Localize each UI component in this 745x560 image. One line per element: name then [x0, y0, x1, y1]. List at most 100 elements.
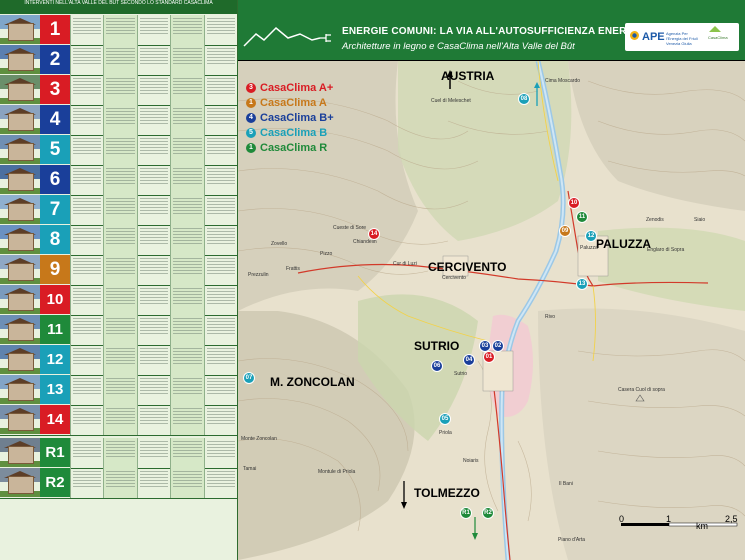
detail-cell: [136, 285, 170, 315]
project-number-badge: 13: [40, 375, 70, 404]
detail-cell: [103, 135, 137, 165]
project-marker-05[interactable]: 05: [439, 413, 451, 425]
label-zenodis: Zenodis: [646, 217, 664, 223]
detail-cell: [136, 438, 170, 468]
table-row: 13: [0, 375, 237, 406]
table-row: R1: [0, 438, 237, 469]
detail-cell: [203, 345, 237, 375]
building-photo: [0, 45, 40, 74]
detail-cell: [170, 75, 204, 105]
project-details: [70, 135, 237, 165]
project-number-badge: R1: [40, 438, 70, 467]
project-marker-06[interactable]: 06: [431, 360, 443, 372]
label-paluzza: PALUZZA: [596, 237, 652, 251]
project-details: [70, 45, 237, 75]
project-marker-12[interactable]: 12: [585, 230, 597, 242]
detail-cell: [70, 255, 103, 285]
building-photo: [0, 225, 40, 254]
detail-cell: [70, 315, 103, 345]
table-row: 6: [0, 165, 237, 196]
detail-cell: [103, 45, 137, 75]
building-photo: [0, 105, 40, 134]
table-row: 10: [0, 285, 237, 316]
legend-label: CasaClima B+: [260, 111, 334, 124]
detail-cell: [170, 375, 204, 405]
label-siaio: Siaio: [694, 217, 706, 223]
table-row: 4: [0, 105, 237, 136]
building-photo: [0, 165, 40, 194]
project-details: [70, 105, 237, 135]
detail-cell: [70, 165, 103, 195]
table-row: 1: [0, 15, 237, 46]
project-marker-01[interactable]: 01: [483, 351, 495, 363]
building-photo: [0, 255, 40, 284]
table-row: 12: [0, 345, 237, 376]
project-marker-04[interactable]: 04: [463, 354, 475, 366]
detail-cell: [70, 438, 103, 468]
detail-cell: [136, 135, 170, 165]
topographic-map[interactable]: 3 CasaClima A+ 1 CasaClima A 4 CasaClima B+ 5 C…: [238, 61, 745, 560]
detail-cell: [203, 405, 237, 435]
project-marker-r2[interactable]: R2: [482, 507, 494, 519]
project-details: [70, 345, 237, 375]
detail-cell: [170, 105, 204, 135]
table-row: R2: [0, 468, 237, 499]
detail-cell: [103, 165, 137, 195]
label-sutrio-town: Sutrio: [454, 371, 468, 377]
project-number-badge: R2: [40, 468, 70, 497]
project-marker-02[interactable]: 02: [492, 340, 504, 352]
detail-cell: [136, 195, 170, 225]
project-details: [70, 255, 237, 285]
project-marker-08[interactable]: 08: [518, 93, 530, 105]
project-marker-10[interactable]: 10: [568, 197, 580, 209]
building-photo: [0, 438, 40, 467]
detail-cell: [70, 15, 103, 45]
table-row: 7: [0, 195, 237, 226]
mountain-plug-icon: [243, 26, 331, 47]
legend-entry: 1 CasaClima A: [246, 95, 334, 110]
label-sutrio: SUTRIO: [414, 339, 460, 353]
label-cuel-di-meleschet: Cuel di Meleschet: [431, 98, 471, 104]
detail-cell: [203, 15, 237, 45]
building-photo: [0, 75, 40, 104]
project-details: [70, 195, 237, 225]
detail-cell: [70, 45, 103, 75]
project-marker-r1[interactable]: R1: [460, 507, 472, 519]
detail-cell: [136, 345, 170, 375]
detail-cell: [103, 345, 137, 375]
project-marker-14[interactable]: 14: [368, 228, 380, 240]
legend-entry: 5 CasaClima B: [246, 125, 334, 140]
detail-cell: [203, 195, 237, 225]
legend-label: CasaClima B: [260, 126, 328, 139]
map-subtitle: Architetture in legno e CasaClima nell'A…: [342, 41, 575, 52]
casaclima-logo: CasaClima: [708, 35, 728, 40]
detail-cell: [136, 15, 170, 45]
table-row: 8: [0, 225, 237, 256]
project-marker-07[interactable]: 07: [243, 372, 255, 384]
legend-entry: 3 CasaClima A+: [246, 80, 334, 95]
project-marker-13[interactable]: 13: [576, 278, 588, 290]
detail-cell: [70, 345, 103, 375]
project-marker-11[interactable]: 11: [576, 211, 588, 223]
detail-cell: [103, 375, 137, 405]
detail-cell: [70, 405, 103, 435]
detail-cell: [170, 165, 204, 195]
detail-cell: [136, 45, 170, 75]
project-number-badge: 6: [40, 165, 70, 194]
detail-cell: [170, 225, 204, 255]
detail-cell: [136, 255, 170, 285]
detail-cell: [136, 315, 170, 345]
detail-cell: [203, 468, 237, 498]
detail-cell: [203, 225, 237, 255]
label-pizzo: Pizzo: [320, 251, 333, 257]
project-marker-09[interactable]: 09: [559, 225, 571, 237]
project-details: [70, 15, 237, 45]
detail-cell: [203, 75, 237, 105]
project-number-badge: 10: [40, 285, 70, 314]
ape-logo: APE: [642, 31, 665, 43]
legend-dot: 3: [246, 82, 256, 93]
project-number-badge: 4: [40, 105, 70, 134]
project-number-badge: 7: [40, 195, 70, 224]
detail-cell: [70, 135, 103, 165]
label-piano-arta: Piano d'Arta: [558, 537, 586, 543]
